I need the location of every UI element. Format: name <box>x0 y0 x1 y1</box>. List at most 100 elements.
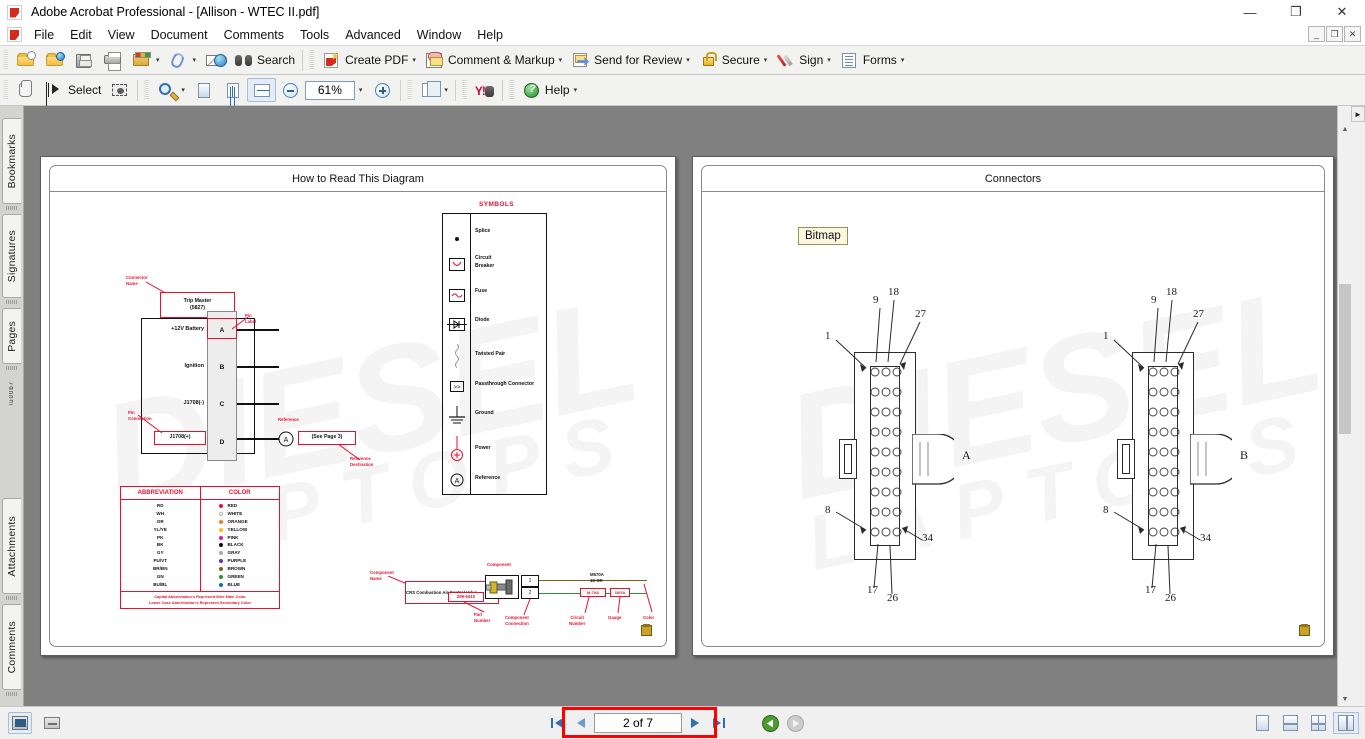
table-row: GRAY <box>201 549 280 557</box>
maximize-window-button[interactable]: ❐ <box>1273 0 1319 24</box>
connector-pin-number-34: 34 <box>922 532 933 544</box>
single-page-view-button[interactable] <box>1249 712 1275 734</box>
hand-tool-button[interactable] <box>11 78 40 102</box>
toolbar-grip[interactable] <box>407 80 412 100</box>
chevron-down-icon[interactable]: ▾ <box>412 56 416 64</box>
tab-grip <box>6 366 17 370</box>
next-page-button[interactable] <box>684 712 706 734</box>
email-button[interactable] <box>200 48 229 72</box>
toggle-toolbar-button[interactable] <box>40 712 64 734</box>
menu-window[interactable]: Window <box>409 25 469 45</box>
zoom-out-button[interactable] <box>276 78 305 102</box>
pin-connection-value: J1708(+) <box>170 434 191 441</box>
menu-document[interactable]: Document <box>143 25 216 45</box>
document-view[interactable]: DIESEL LAPTOPS How to Read This Diagram … <box>24 106 1351 706</box>
scroll-up-arrow-icon[interactable]: ▲ <box>1338 122 1352 136</box>
toolbar-grip[interactable] <box>3 50 8 70</box>
zoom-level-input[interactable]: 61% <box>305 81 355 100</box>
open-file-button[interactable] <box>11 48 40 72</box>
toolbar-grip[interactable] <box>309 50 314 70</box>
page-navigation-button[interactable]: ▾ <box>415 78 452 102</box>
mdi-close-button[interactable]: ✕ <box>1344 26 1361 42</box>
chevron-down-icon[interactable]: ▾ <box>827 56 831 64</box>
comment-markup-button[interactable]: Comment & Markup▾ <box>420 48 566 72</box>
mdi-minimize-button[interactable]: _ <box>1308 26 1325 42</box>
pdf-page-left[interactable]: DIESEL LAPTOPS How to Read This Diagram … <box>40 156 676 656</box>
search-button[interactable]: Search <box>229 48 299 72</box>
menu-edit[interactable]: Edit <box>62 25 100 45</box>
menu-help[interactable]: Help <box>469 25 511 45</box>
document-icon <box>7 27 22 42</box>
pane-splitter[interactable]: \u00b7 <box>2 386 21 400</box>
create-pdf-button[interactable]: Create PDF▾ <box>317 48 420 72</box>
send-for-review-button[interactable]: Send for Review▾ <box>566 48 694 72</box>
chevron-down-icon[interactable]: ▾ <box>764 56 768 64</box>
sidebar-tab-comments[interactable]: Comments <box>2 604 21 690</box>
scroll-thumb[interactable] <box>1339 284 1351 434</box>
forms-button[interactable]: Forms▾ <box>835 48 909 72</box>
pdf-page-right[interactable]: DIESEL LAPTOPS Connectors Bitmap <box>692 156 1334 656</box>
sign-button[interactable]: Sign▾ <box>771 48 835 72</box>
menu-advanced[interactable]: Advanced <box>337 25 409 45</box>
facing-view-button[interactable] <box>1305 712 1331 734</box>
pin-cell: D <box>208 423 236 462</box>
fit-width-button[interactable] <box>247 78 276 102</box>
fit-page-button[interactable] <box>218 78 247 102</box>
yahoo-toolbar-button[interactable]: Y! <box>470 78 499 102</box>
secure-button[interactable]: Secure▾ <box>694 48 772 72</box>
toolbar-grip[interactable] <box>144 80 149 100</box>
close-window-button[interactable]: ✕ <box>1319 0 1365 24</box>
zoom-tool-button[interactable]: ▾ <box>152 78 189 102</box>
zoom-dropdown-chevron-icon[interactable]: ▾ <box>359 86 363 94</box>
bookmarks-tab-label: Bookmarks <box>6 134 18 188</box>
organizer-button[interactable]: ▾ <box>127 48 164 72</box>
toggle-navigation-pane-button[interactable] <box>8 712 32 734</box>
toolbar-icon <box>44 717 60 729</box>
chevron-down-icon[interactable]: ▾ <box>444 86 448 94</box>
chevron-down-icon[interactable]: ▾ <box>156 56 160 64</box>
expand-toolbar-arrow-icon[interactable]: ► <box>1351 106 1365 122</box>
snapshot-tool-button[interactable] <box>105 78 134 102</box>
continuous-facing-view-button[interactable] <box>1333 712 1359 734</box>
sidebar-tab-pages[interactable]: Pages <box>2 308 21 364</box>
last-page-button[interactable] <box>708 712 730 734</box>
chevron-down-icon[interactable]: ▾ <box>901 56 905 64</box>
page-number-input[interactable]: 2 of 7 <box>594 713 682 733</box>
chevron-down-icon[interactable]: ▾ <box>686 56 690 64</box>
open-web-pdf-button[interactable] <box>40 48 69 72</box>
toolbar-grip[interactable] <box>3 80 8 100</box>
chevron-down-icon[interactable]: ▾ <box>574 86 578 94</box>
sidebar-tab-attachments[interactable]: Attachments <box>2 498 21 594</box>
previous-page-button[interactable] <box>570 712 592 734</box>
minimize-window-button[interactable]: — <box>1227 0 1273 24</box>
menu-view[interactable]: View <box>100 25 143 45</box>
chevron-down-icon[interactable]: ▾ <box>193 56 197 64</box>
save-button[interactable] <box>69 48 98 72</box>
bitmap-annotation[interactable]: Bitmap <box>798 227 848 245</box>
sidebar-tab-signatures[interactable]: Signatures <box>2 214 21 298</box>
chevron-down-icon[interactable]: ▾ <box>181 86 185 94</box>
actual-size-button[interactable] <box>189 78 218 102</box>
table-row: GN <box>121 573 200 581</box>
toolbar-grip[interactable] <box>462 80 467 100</box>
mdi-restore-button[interactable]: ❐ <box>1326 26 1343 42</box>
scroll-down-arrow-icon[interactable]: ▼ <box>1338 692 1352 706</box>
print-button[interactable] <box>98 48 127 72</box>
sidebar-tab-bookmarks[interactable]: Bookmarks <box>2 118 21 204</box>
menu-tools[interactable]: Tools <box>292 25 337 45</box>
page-stamp-icon <box>1299 625 1310 636</box>
menu-file[interactable]: File <box>26 25 62 45</box>
first-page-button[interactable] <box>546 712 568 734</box>
chevron-down-icon[interactable]: ▾ <box>559 56 563 64</box>
continuous-view-button[interactable] <box>1277 712 1303 734</box>
vertical-scrollbar[interactable]: ▲ ▼ <box>1337 106 1351 706</box>
select-tool-button[interactable]: Select <box>40 78 105 102</box>
scroll-track-upper[interactable] <box>1338 136 1352 284</box>
help-button[interactable]: Help▾ <box>517 78 581 102</box>
previous-view-button[interactable] <box>762 715 779 732</box>
toolbar-grip[interactable] <box>509 80 514 100</box>
next-view-button[interactable] <box>787 715 804 732</box>
menu-comments[interactable]: Comments <box>216 25 292 45</box>
zoom-in-button[interactable] <box>368 78 397 102</box>
attach-file-button[interactable]: ▾ <box>164 48 201 72</box>
